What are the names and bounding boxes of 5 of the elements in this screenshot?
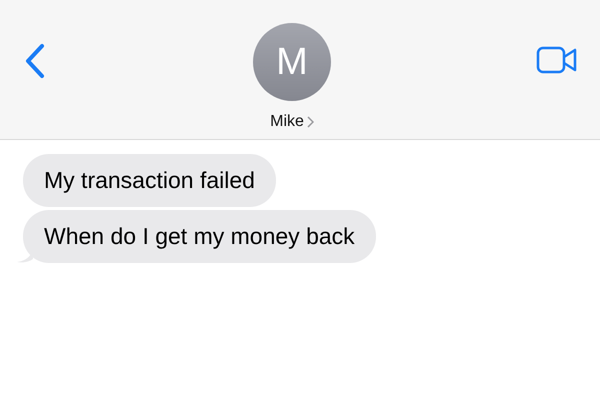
contact-name[interactable]: Mike: [270, 110, 304, 134]
message-bubble: My transaction failed: [23, 154, 276, 207]
chevron-right-icon: [306, 116, 314, 128]
video-call-icon[interactable]: [536, 46, 578, 74]
message-bubble: When do I get my money back: [23, 210, 376, 263]
